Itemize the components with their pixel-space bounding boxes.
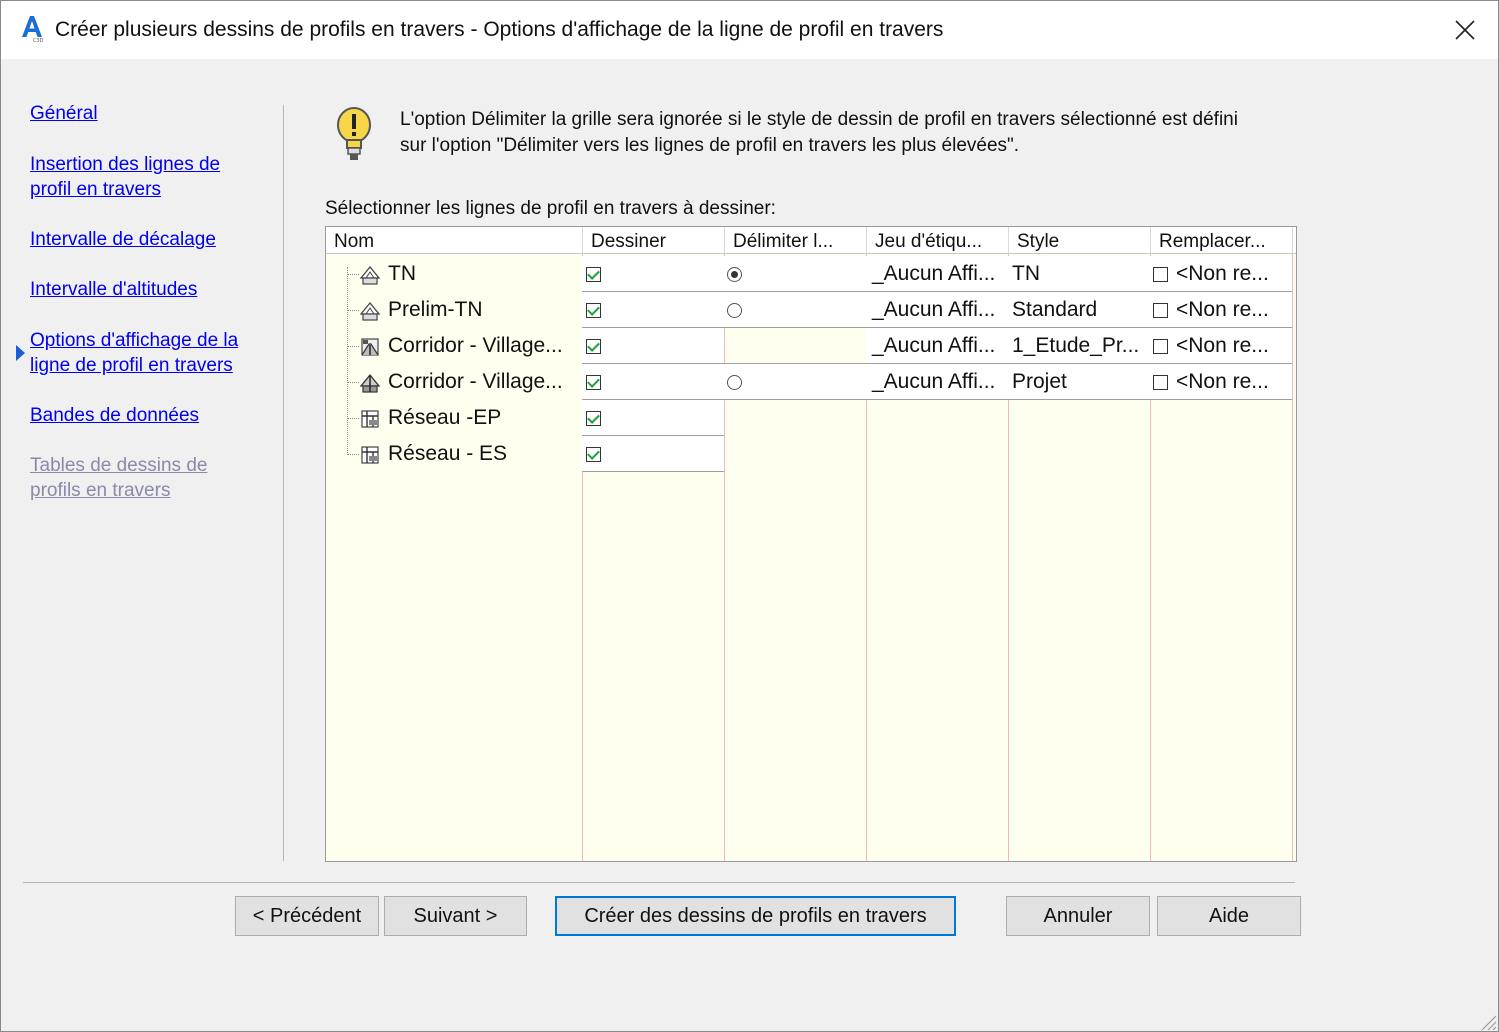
grid-header: Nom Dessiner Délimiter l... Jeu d'étiqu.…	[326, 227, 1296, 254]
draw-checkbox[interactable]	[586, 375, 601, 390]
style-cell[interactable]: TN	[1008, 256, 1150, 292]
override-cell[interactable]: <Non re...	[1150, 292, 1292, 328]
nav-link-offset-range[interactable]: Intervalle de décalage	[30, 227, 216, 252]
nav-link-display-options-line1[interactable]: Options d'affichage de la	[30, 328, 238, 353]
nav-link-tables-line1: Tables de dessins de	[30, 455, 208, 476]
lightbulb-info-icon	[337, 107, 371, 160]
current-step-arrow-icon	[16, 345, 25, 361]
draw-cell[interactable]	[582, 256, 724, 292]
svg-text:C3D: C3D	[33, 38, 44, 43]
override-value: <Non re...	[1176, 262, 1269, 285]
window-title: Créer plusieurs dessins de profils en tr…	[55, 18, 944, 41]
column-header-label-set[interactable]: Jeu d'étiqu...	[867, 227, 1009, 254]
style-cell[interactable]: Projet	[1008, 364, 1150, 400]
column-header-draw[interactable]: Dessiner	[583, 227, 725, 254]
override-value: <Non re...	[1176, 370, 1269, 393]
override-value: <Non re...	[1176, 298, 1269, 321]
style-cell[interactable]: 1_Etude_Pr...	[1008, 328, 1150, 364]
cancel-button[interactable]: Annuler	[1006, 896, 1150, 936]
row-name: Prelim-TN	[388, 298, 483, 321]
info-message: L'option Délimiter la grille sera ignoré…	[400, 107, 1300, 159]
column-header-clip[interactable]: Délimiter l...	[725, 227, 867, 254]
grid-row[interactable]: Prelim-TN _Aucun Affi... Standard <Non r…	[326, 292, 1296, 328]
draw-checkbox[interactable]	[586, 267, 601, 282]
draw-checkbox[interactable]	[586, 411, 601, 426]
sample-lines-grid[interactable]: Nom Dessiner Délimiter l... Jeu d'étiqu.…	[325, 226, 1297, 862]
bottom-divider	[23, 882, 1295, 883]
resize-grip-icon[interactable]	[1477, 1011, 1497, 1031]
draw-checkbox[interactable]	[586, 447, 601, 462]
style-cell[interactable]: Standard	[1008, 292, 1150, 328]
nav-link-insertion-line2[interactable]: profil en travers	[30, 177, 161, 202]
label-set-cell[interactable]: _Aucun Affi...	[866, 256, 1008, 292]
override-checkbox[interactable]	[1153, 375, 1168, 390]
draw-cell[interactable]	[582, 436, 724, 472]
override-value: <Non re...	[1176, 334, 1269, 357]
row-name: TN	[388, 262, 416, 285]
grid-row[interactable]: TN _Aucun Affi... TN <Non re...	[326, 256, 1296, 292]
clip-cell[interactable]	[724, 292, 866, 328]
close-icon	[1455, 20, 1475, 40]
draw-cell[interactable]	[582, 328, 724, 364]
nav-link-elevation-range[interactable]: Intervalle d'altitudes	[30, 277, 197, 302]
title-bar: C3D Créer plusieurs dessins de profils e…	[1, 1, 1498, 59]
override-cell[interactable]: <Non re...	[1150, 256, 1292, 292]
override-checkbox[interactable]	[1153, 339, 1168, 354]
nav-link-data-bands[interactable]: Bandes de données	[30, 403, 199, 428]
override-cell[interactable]: <Non re...	[1150, 364, 1292, 400]
clip-radio[interactable]	[727, 303, 742, 318]
column-header-name[interactable]: Nom	[326, 227, 583, 254]
clip-radio[interactable]	[727, 375, 742, 390]
draw-cell[interactable]	[582, 292, 724, 328]
next-button[interactable]: Suivant >	[384, 896, 527, 936]
create-button[interactable]: Créer des dessins de profils en travers	[555, 896, 956, 936]
label-set-cell[interactable]: _Aucun Affi...	[866, 292, 1008, 328]
clip-cell	[724, 328, 866, 364]
clip-radio[interactable]	[727, 267, 742, 282]
label-set-cell[interactable]: _Aucun Affi...	[866, 364, 1008, 400]
grid-label: Sélectionner les lignes de profil en tra…	[325, 198, 776, 219]
nav-link-insertion-line1[interactable]: Insertion des lignes de	[30, 152, 220, 177]
column-header-override[interactable]: Remplacer...	[1151, 227, 1293, 254]
draw-cell[interactable]	[582, 400, 724, 436]
nav-link-display-options-line2[interactable]: ligne de profil en travers	[30, 353, 233, 378]
column-header-style[interactable]: Style	[1009, 227, 1151, 254]
help-button[interactable]: Aide	[1157, 896, 1301, 936]
autocad-civil-app-icon: C3D	[22, 16, 44, 43]
clip-cell[interactable]	[724, 256, 866, 292]
row-name: Réseau - ES	[388, 442, 508, 465]
nav-link-tables-line2: profils en travers	[30, 480, 171, 501]
grid-row[interactable]: Réseau -EP	[326, 400, 1296, 436]
override-checkbox[interactable]	[1153, 303, 1168, 318]
row-name: Corridor - Village...	[388, 334, 563, 357]
draw-cell[interactable]	[582, 364, 724, 400]
info-message-line2: sur l'option "Délimiter vers les lignes …	[400, 135, 1020, 156]
draw-checkbox[interactable]	[586, 339, 601, 354]
row-name: Corridor - Village...	[388, 370, 563, 393]
clip-cell[interactable]	[724, 364, 866, 400]
nav-link-general[interactable]: Général	[30, 101, 98, 126]
grid-row[interactable]: Corridor - Village... _Aucun Affi... 1_E…	[326, 328, 1296, 364]
override-cell[interactable]: <Non re...	[1150, 328, 1292, 364]
previous-button[interactable]: < Précédent	[235, 896, 379, 936]
info-message-line1: L'option Délimiter la grille sera ignoré…	[400, 109, 1238, 130]
dialog-window: C3D Créer plusieurs dessins de profils e…	[0, 0, 1499, 1032]
grid-row[interactable]: Corridor - Village... _Aucun Affi... Pro…	[326, 364, 1296, 400]
close-button[interactable]	[1441, 9, 1489, 51]
override-checkbox[interactable]	[1153, 267, 1168, 282]
row-name: Réseau -EP	[388, 406, 502, 429]
nav-divider	[283, 105, 284, 861]
label-set-cell[interactable]: _Aucun Affi...	[866, 328, 1008, 364]
grid-row[interactable]: Réseau - ES	[326, 436, 1296, 472]
draw-checkbox[interactable]	[586, 303, 601, 318]
